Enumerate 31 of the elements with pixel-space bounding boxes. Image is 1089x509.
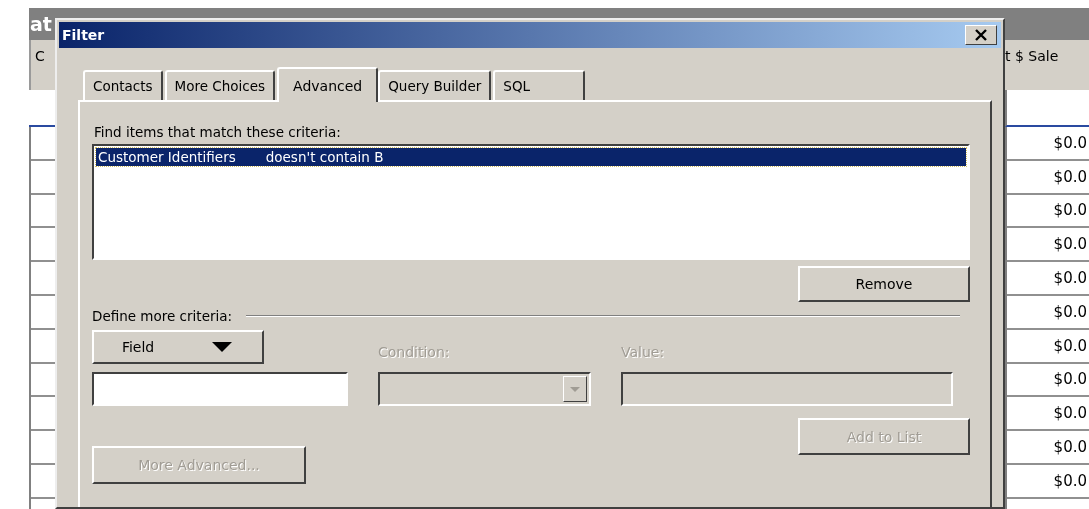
table-cell: $0.0 [1053, 133, 1087, 152]
table-cell: $0.0 [1053, 438, 1087, 457]
table-cell: $0.0 [1053, 336, 1087, 355]
table-cell: $0.0 [1053, 167, 1087, 186]
window-title: at [30, 13, 52, 35]
close-icon [974, 29, 988, 41]
table-cell: $0.0 [1053, 235, 1087, 254]
tab[interactable]: Query Builder [378, 70, 492, 100]
dialog-title: Filter [62, 27, 105, 43]
criteria-list[interactable]: Customer Identifiers doesn't contain B [92, 144, 970, 260]
table-cell: $0.0 [1053, 471, 1087, 490]
tab[interactable]: More Choices [164, 70, 276, 100]
section-label: Define more criteria: [92, 308, 233, 324]
criteria-item[interactable]: Customer Identifiers doesn't contain B [96, 148, 966, 166]
dropdown-arrow-icon [569, 385, 581, 393]
table-cell: $0.0 [1053, 404, 1087, 423]
tab[interactable]: SQL [493, 70, 586, 100]
table-cell: $0.0 [1053, 302, 1087, 321]
remove-button[interactable]: Remove [798, 266, 970, 302]
dropdown-arrow-icon [210, 341, 235, 353]
tab[interactable]: Contacts [83, 70, 163, 100]
table-cell: $0.0 [1053, 269, 1087, 288]
table-cell: $0.0 [1053, 370, 1087, 389]
new-item-row[interactable] [1005, 90, 1089, 127]
tab[interactable]: Advanced [277, 67, 379, 102]
column-header[interactable]: C [31, 48, 45, 64]
field-button[interactable]: Field [92, 330, 264, 364]
criteria-label: Find items that match these criteria: [94, 124, 342, 140]
field-input[interactable] [92, 372, 348, 406]
close-button[interactable] [965, 25, 997, 45]
table-cell: $0.0 [1053, 201, 1087, 220]
